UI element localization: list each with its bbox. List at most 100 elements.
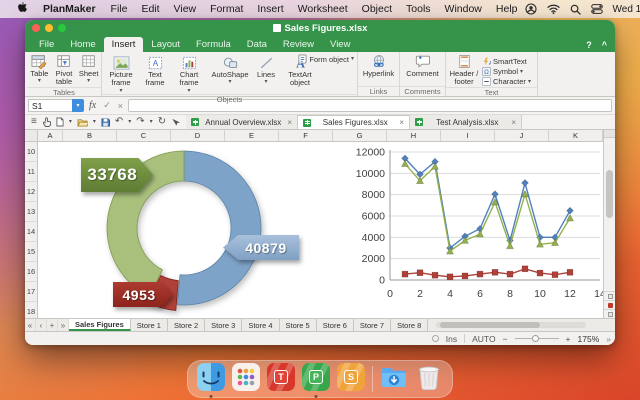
character-button[interactable]: Character ▾ [482,77,536,86]
zoom-window-button[interactable] [58,24,66,32]
dock-item-presentations[interactable]: S [337,363,365,395]
view-button-top[interactable] [604,291,615,300]
sheet-tab-store-1[interactable]: Store 1 [131,319,168,331]
sheet-tab-store-7[interactable]: Store 7 [354,319,392,331]
line-chart[interactable]: 0 2000 4000 6000 8000 10000 12000 0 2 4 6 8 10 12 14 [340,144,603,310]
sheet-tab-store-2[interactable]: Store 2 [168,319,206,331]
smarttext-button[interactable]: A SmartText [482,57,536,66]
horizontal-scrollbar-thumb[interactable] [440,322,541,328]
row-header-13[interactable]: 13 [25,202,37,222]
ribbon-tab-layout[interactable]: Layout [143,37,188,52]
search-icon[interactable] [570,4,581,15]
view-button-bottom[interactable] [604,309,615,318]
dropdown-icon[interactable]: ▾ [128,119,131,125]
collapse-ribbon-icon[interactable]: ^ [602,40,607,50]
ribbon-tab-formula[interactable]: Formula [188,37,239,52]
pivot-table-button[interactable]: Pivot table [52,54,77,87]
dock-item-launchpad[interactable] [232,363,260,395]
ribbon-tab-review[interactable]: Review [275,37,322,52]
column-header-h[interactable]: H [387,130,441,141]
dock-item-finder[interactable] [197,363,225,398]
menu-file[interactable]: File [104,3,135,15]
column-header-d[interactable]: D [171,130,225,141]
menu-object[interactable]: Object [355,3,399,15]
doc-tab-sales-figures[interactable]: Sales Figures.xlsx × [298,115,411,129]
dock-item-textmaker[interactable]: T [267,363,295,395]
column-header-k[interactable]: K [549,130,603,141]
hyperlink-button[interactable]: Hyperlink [359,54,399,78]
sheet-tab-sales-figures[interactable]: Sales Figures [69,319,131,331]
menu-insert[interactable]: Insert [250,3,290,15]
dropdown-icon[interactable]: ▾ [93,119,96,125]
column-header-b[interactable]: B [63,130,117,141]
column-header-j[interactable]: J [495,130,549,141]
vertical-scrollbar-thumb[interactable] [606,170,613,218]
ribbon-tab-home[interactable]: Home [62,37,103,52]
redo-icon[interactable]: ↷ [136,117,144,127]
status-overflow-icon[interactable]: » [606,334,611,344]
menu-window[interactable]: Window [438,3,489,15]
menu-format[interactable]: Format [203,3,250,15]
menu-worksheet[interactable]: Worksheet [291,3,355,15]
ribbon-tab-insert[interactable]: Insert [103,37,144,52]
close-tab-icon[interactable]: × [287,118,292,127]
ribbon-tab-data[interactable]: Data [239,37,275,52]
horizontal-scrollbar[interactable] [428,319,615,331]
last-sheet-button[interactable]: » [58,319,69,331]
save-icon[interactable] [101,117,110,127]
touch-mode-icon[interactable] [42,117,51,127]
column-header-i[interactable]: I [441,130,495,141]
row-header-16[interactable]: 16 [25,262,37,282]
wifi-icon[interactable] [546,4,560,14]
picture-frame-button[interactable]: Picture frame ▾ [102,56,140,94]
dock-item-planmaker[interactable]: P [302,363,330,398]
sheet-button[interactable]: Sheet ▾ [76,54,101,84]
sheet-tab-store-4[interactable]: Store 4 [242,319,280,331]
record-marker-button[interactable] [604,300,615,309]
ribbon-tab-file[interactable]: File [31,37,62,52]
row-header-18[interactable]: 18 [25,302,37,318]
name-box-value[interactable]: S1 [28,99,72,112]
ribbon-tab-view[interactable]: View [322,37,358,52]
apple-menu-icon[interactable] [10,1,35,17]
auto-calc-indicator[interactable]: AUTO [472,334,495,344]
column-header-f[interactable]: F [279,130,333,141]
vertical-scrollbar[interactable] [603,130,615,318]
dock-item-trash[interactable] [415,363,443,395]
column-header-c[interactable]: C [117,130,171,141]
row-header-17[interactable]: 17 [25,282,37,302]
previous-sheet-button[interactable]: ‹ [36,319,47,331]
column-header-a[interactable]: A [38,130,63,141]
text-frame-button[interactable]: A Text frame [140,56,170,88]
select-all-corner[interactable] [25,130,38,141]
comment-button[interactable]: Comment [401,54,445,78]
user-switch-icon[interactable] [524,3,537,15]
insert-function-icon[interactable]: fx [87,100,98,111]
insert-mode-indicator[interactable]: Ins [446,334,457,344]
sheet-tab-store-8[interactable]: Store 8 [391,319,429,331]
row-header-10[interactable]: 10 [25,142,37,162]
zoom-level[interactable]: 175% [578,334,600,344]
chart-frame-button[interactable]: Chart frame ▾ [170,56,208,94]
dropdown-icon[interactable]: ▾ [150,119,153,125]
row-header-11[interactable]: 11 [25,162,37,182]
menu-tools[interactable]: Tools [399,3,438,15]
window-titlebar[interactable]: Sales Figures.xlsx [25,20,615,36]
sheet-tab-store-3[interactable]: Store 3 [205,319,243,331]
sheet-canvas[interactable]: 10 11 12 13 14 15 16 17 18 33768 40879 4… [25,142,615,318]
autoshape-button[interactable]: AutoShape ▾ [208,56,252,85]
doc-tab-annual-overview[interactable]: Annual Overview.xlsx × [186,115,299,129]
split-handle[interactable] [604,130,615,138]
name-box[interactable]: S1 ▾ [28,99,84,112]
symbol-button[interactable]: Ω Symbol ▾ [482,67,536,76]
name-box-dropdown-icon[interactable]: ▾ [72,99,84,112]
zoom-slider[interactable] [514,335,559,342]
menu-edit[interactable]: Edit [134,3,166,15]
doc-tab-test-analysis[interactable]: Test Analysis.xlsx × [410,115,523,129]
menu-view[interactable]: View [167,3,204,15]
menubar-app-name[interactable]: PlanMaker [35,3,104,15]
sheet-tab-store-5[interactable]: Store 5 [280,319,317,331]
new-document-icon[interactable] [56,117,64,127]
recalculate-icon[interactable]: ↻ [158,117,166,127]
dropdown-icon[interactable]: ▾ [69,119,72,125]
